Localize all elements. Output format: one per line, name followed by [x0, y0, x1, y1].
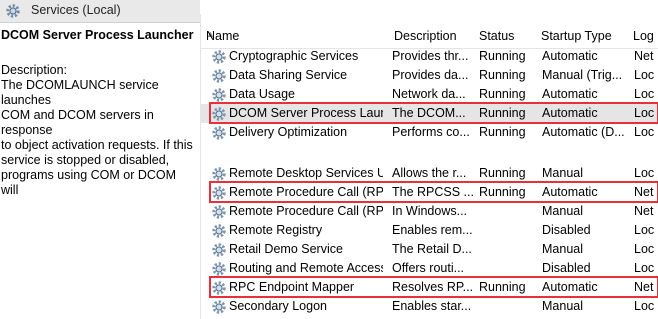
service-gear-icon — [211, 261, 227, 277]
cell-name: Routing and Remote Access — [229, 261, 383, 275]
cell-description: Enables star... — [392, 299, 472, 313]
table-row[interactable]: Secondary Logon Enables star... Manual Loc — [201, 297, 658, 316]
cell-startup-type: Manual — [542, 242, 583, 256]
service-gear-icon — [211, 125, 227, 141]
header-log-on-as[interactable]: Log — [628, 24, 658, 49]
selected-service-name: DCOM Server Process Launcher — [1, 28, 194, 42]
cell-log-on-as: Net — [634, 204, 654, 218]
header-log-on-as-label: Log — [633, 29, 654, 43]
cell-description: Provides thr... — [392, 49, 469, 63]
highlight-rpc-endpoint-row — [209, 276, 658, 298]
service-gear-icon — [211, 68, 227, 84]
cell-description: Offers routi... — [392, 261, 465, 275]
header-startup-type-label: Startup Type — [541, 29, 612, 43]
description-line: to object activation requests. If this — [1, 138, 193, 152]
cell-startup-type: Disabled — [542, 223, 591, 237]
cell-description: Provides da... — [392, 68, 469, 82]
cell-name: Data Sharing Service — [229, 68, 348, 82]
cell-log-on-as: Loc — [634, 125, 655, 139]
service-gear-icon — [211, 204, 227, 220]
cell-status: Running — [479, 49, 526, 63]
cell-name: Cryptographic Services — [229, 49, 359, 63]
description-line: The DCOMLAUNCH service launches — [1, 78, 159, 107]
header-name-label: Name — [206, 29, 240, 43]
header-startup-type[interactable]: Startup Type — [536, 24, 629, 49]
cell-status: Running — [479, 68, 526, 82]
header-description-label: Description — [394, 29, 457, 43]
cell-name: Data Usage — [229, 87, 296, 101]
cell-description: Performs co... — [392, 125, 470, 139]
cell-status: Running — [479, 87, 526, 101]
table-row[interactable]: Remote Registry Enables rem... Disabled Loc — [201, 221, 658, 240]
cell-startup-type: Manual — [542, 204, 583, 218]
header-status[interactable]: Status — [474, 24, 537, 49]
description-text: The DCOMLAUNCH service launches COM and … — [1, 78, 195, 198]
description-label: Description: — [1, 63, 67, 77]
cell-log-on-as: Net — [634, 49, 654, 63]
cell-name: Secondary Logon — [229, 299, 327, 313]
table-row[interactable]: Remote Procedure Call (RP... In Windows..… — [201, 202, 658, 221]
cell-log-on-as: Loc — [634, 166, 655, 180]
service-gear-icon — [211, 223, 227, 239]
cell-startup-type: Automatic — [542, 87, 598, 101]
cell-status: Running — [479, 125, 526, 139]
gear-icon — [6, 4, 20, 18]
cell-startup-type: Manual — [542, 299, 583, 313]
header-status-label: Status — [479, 29, 515, 43]
cell-description: Allows the r... — [392, 166, 467, 180]
description-line: service is stopped or disabled, — [1, 153, 170, 167]
services-table: ▲ Name Description Status Startup Type L… — [200, 14, 658, 319]
cell-log-on-as: Loc — [634, 87, 655, 101]
cell-log-on-as: Loc — [634, 242, 655, 256]
cell-name: Remote Procedure Call (RP... — [229, 204, 383, 218]
description-pane: DCOM Server Process Launcher Description… — [0, 22, 200, 319]
table-row[interactable]: Retail Demo Service The Retail D... Manual… — [201, 240, 658, 259]
cell-startup-type: Manual — [542, 166, 583, 180]
highlight-dcom-row — [209, 102, 658, 124]
cell-name: Remote Registry — [229, 223, 323, 237]
cell-description: Network da... — [392, 87, 466, 101]
cell-log-on-as: Loc — [634, 68, 655, 82]
header-description[interactable]: Description — [389, 24, 475, 49]
header-name[interactable]: ▲ Name — [201, 24, 390, 49]
service-gear-icon — [211, 49, 227, 65]
cell-startup-type: Automatic (D... — [542, 125, 625, 139]
cell-status: Running — [479, 166, 526, 180]
cell-description: Enables rem... — [392, 223, 473, 237]
service-gear-icon — [211, 299, 227, 315]
description-line: programs using COM or DCOM will — [1, 168, 177, 197]
cell-name: Delivery Optimization — [229, 125, 348, 139]
service-gear-icon — [211, 166, 227, 182]
window-title: Services (Local) — [31, 3, 121, 17]
cell-log-on-as: Loc — [634, 223, 655, 237]
cell-description: In Windows... — [392, 204, 468, 218]
service-gear-icon — [211, 242, 227, 258]
cell-name: Remote Desktop Services U... — [229, 166, 383, 180]
cell-name: Retail Demo Service — [229, 242, 343, 256]
cell-startup-type: Disabled — [542, 261, 591, 275]
cell-log-on-as: Loc — [634, 299, 655, 313]
service-gear-icon — [211, 87, 227, 103]
services-title-bar: Services (Local) — [0, 0, 200, 23]
cell-log-on-as: Loc — [634, 261, 655, 275]
cell-description: The Retail D... — [392, 242, 472, 256]
description-line: COM and DCOM servers in response — [1, 108, 154, 137]
table-row[interactable]: Data Sharing Service Provides da... Runnin… — [201, 66, 658, 85]
table-row[interactable]: Cryptographic Services Provides thr... Run… — [201, 47, 658, 66]
highlight-rpc-row — [209, 181, 658, 203]
cell-startup-type: Automatic — [542, 49, 598, 63]
cell-startup-type: Manual (Trig... — [542, 68, 623, 82]
